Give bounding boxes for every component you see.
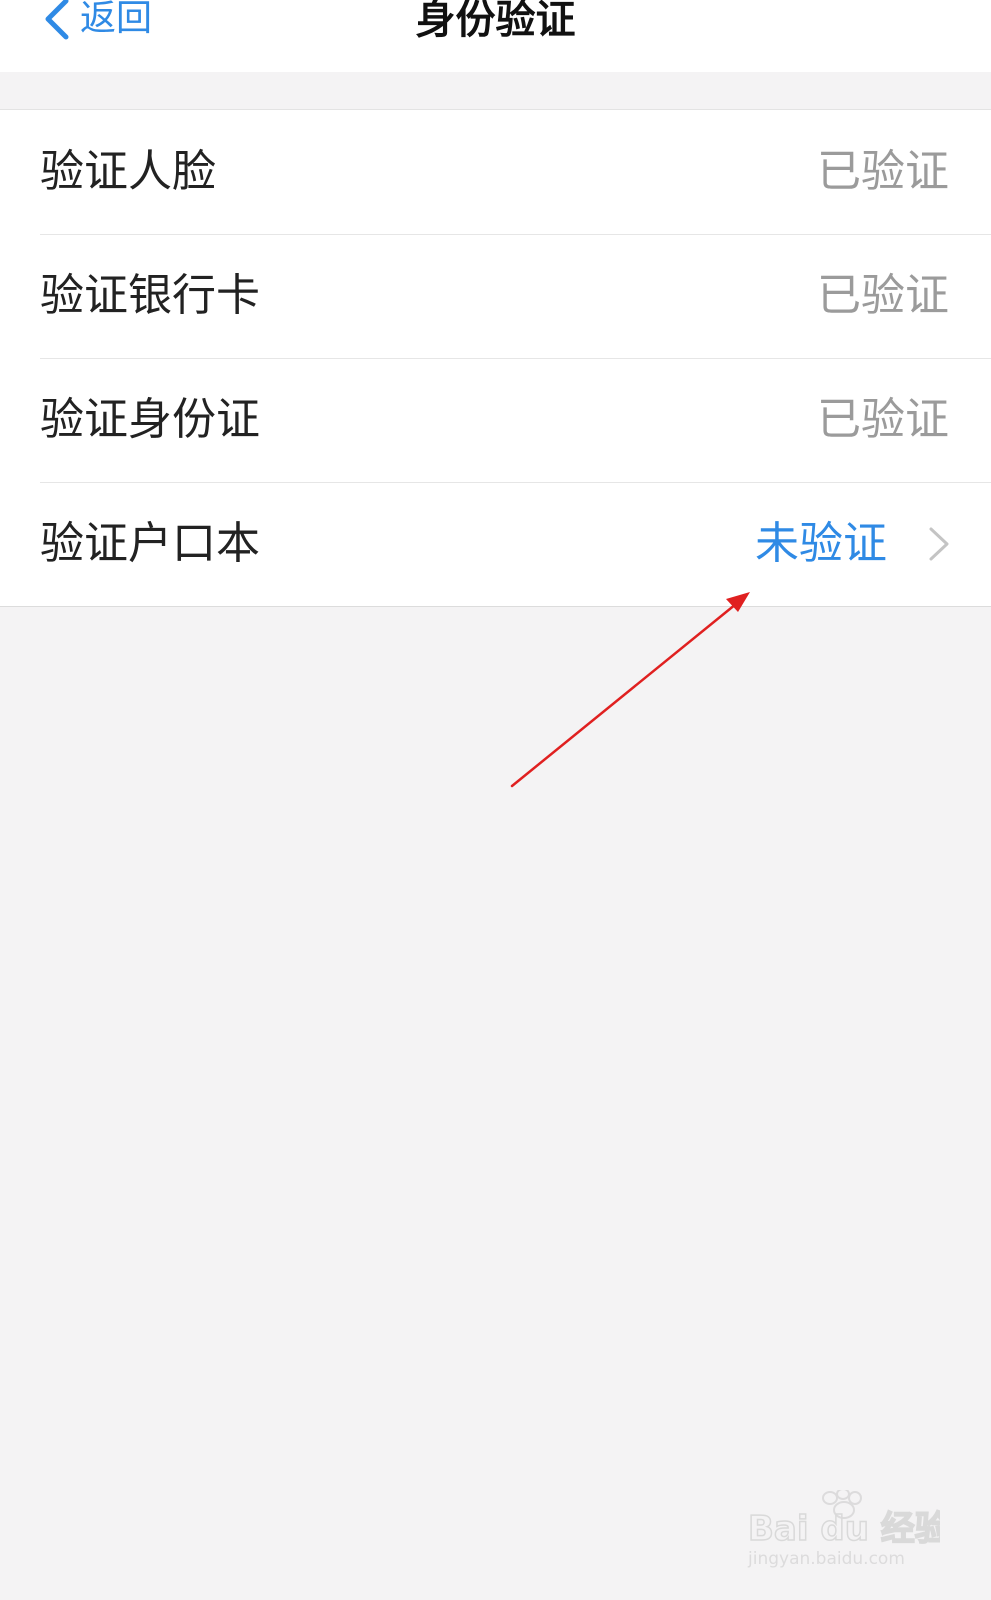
verification-list: 验证人脸 已验证 验证银行卡 已验证 验证身份证 已验证 验证户口本 未验证: [0, 109, 991, 607]
watermark-url: jingyan.baidu.com: [747, 1549, 905, 1569]
verify-face-row[interactable]: 验证人脸 已验证: [0, 110, 991, 234]
navigation-bar: 返回 身份验证: [0, 0, 991, 72]
row-label: 验证银行卡: [40, 270, 260, 321]
verify-household-register-row[interactable]: 验证户口本 未验证: [0, 482, 991, 606]
chevron-right-icon: [929, 527, 949, 561]
watermark-brand: Bai du 经验: [748, 1509, 940, 1549]
verify-bank-card-row[interactable]: 验证银行卡 已验证: [0, 234, 991, 358]
unverified-status[interactable]: 未验证: [755, 482, 887, 606]
page-title: 身份验证: [415, 0, 576, 43]
row-label: 验证户口本: [40, 518, 260, 569]
verified-status: 已验证: [817, 146, 949, 197]
verified-status: 已验证: [817, 270, 949, 321]
verified-status: 已验证: [817, 394, 949, 445]
verify-id-card-row[interactable]: 验证身份证 已验证: [0, 358, 991, 482]
row-label: 验证人脸: [40, 146, 216, 197]
row-label: 验证身份证: [40, 394, 260, 445]
baidu-jingyan-watermark: Bai du 经验 jingyan.baidu.com: [747, 1490, 940, 1569]
